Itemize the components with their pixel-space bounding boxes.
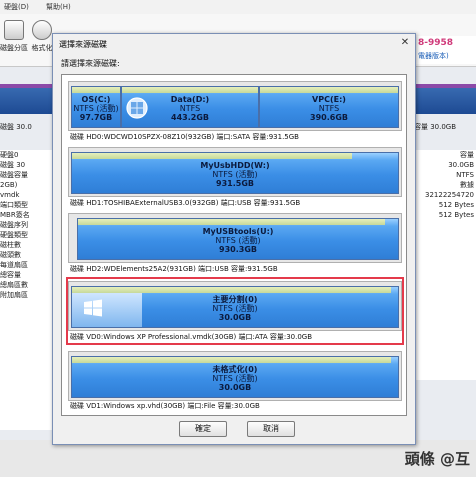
partition-myusbtools-u[interactable]: MyUSBtools(U:) NTFS (活動) 930.3GB	[77, 218, 399, 260]
disk-vd1-caption: 磁碟 VD1:Windows xp.vhd(30GB) 端口:File 容量:3…	[70, 402, 260, 410]
menu-bar: 硬盤(D) 幫助(H)	[0, 0, 476, 15]
disk-hd1[interactable]: MyUsbHDD(W:) NTFS (活動) 931.5GB	[68, 147, 402, 197]
tree-line: 磁盤序列	[0, 221, 28, 229]
cancel-button[interactable]: 取消	[247, 421, 295, 437]
property-line: 512 Bytes	[438, 211, 474, 219]
tree-line: 硬盤0	[0, 151, 19, 159]
tree-line: 總扇區數	[0, 281, 28, 289]
property-line: NTFS	[456, 171, 474, 179]
disk-icon	[4, 20, 24, 40]
menu-help[interactable]: 幫助(H)	[46, 2, 71, 12]
brand-banner: 8-9958 電器版本)	[414, 36, 476, 64]
tree-line: MBR簽名	[0, 211, 30, 219]
disk-vd1[interactable]: 未格式化(0) NTFS (活動) 30.0GB	[68, 351, 402, 401]
properties-pane: 容量 30.0GB NTFS 數據 32122254720 512 Bytes 512 By…	[414, 150, 476, 380]
tree-line: 磁頭數	[0, 251, 21, 259]
disk-hd2-caption: 磁碟 HD2:WDElements25A2(931GB) 端口:USB 容量:9…	[70, 265, 278, 273]
dialog-title: 選擇來源磁碟	[59, 40, 107, 49]
partition-data-d[interactable]: Data(D:) NTFS 443.2GB	[121, 86, 259, 128]
watermark: 頭條 @互	[404, 450, 470, 468]
disk-list[interactable]: OS(C:) NTFS (活動) 97.7GB Data(D:) NTFS 44…	[61, 74, 407, 416]
disk-tree-pane: 硬盤0 磁盤 30 磁盤容量 2GB) vmdk 端口類型 MBR簽名磁盤序列硬盤類型磁柱數…	[0, 150, 53, 430]
tree-line: 硬盤類型	[0, 231, 28, 239]
property-line: 數據	[460, 181, 474, 189]
partition-unformatted-0[interactable]: 未格式化(0) NTFS (活動) 30.0GB	[71, 356, 399, 398]
no-entry-icon	[32, 20, 52, 40]
tree-line: 磁柱數	[0, 241, 21, 249]
partition-os-c[interactable]: OS(C:) NTFS (活動) 97.7GB	[71, 86, 121, 128]
tree-line: vmdk	[0, 191, 20, 199]
disk-vd0[interactable]: 主要分割(0) NTFS (活動) 30.0GB	[68, 281, 402, 331]
disk-hd0-caption: 磁碟 HD0:WDCWD10SPZX-08Z10(932GB) 端口:SATA …	[70, 133, 299, 141]
background-disk-info: 磁盤 30.0	[0, 123, 32, 131]
disk-vd0-caption: 磁碟 VD0:Windows XP Professional.vmdk(30GB…	[70, 333, 313, 341]
disk-hd1-caption: 磁碟 HD1:TOSHIBAExternalUSB3.0(932GB) 端口:U…	[70, 199, 301, 207]
tree-line: 磁盤 30	[0, 161, 26, 169]
close-icon[interactable]: ✕	[399, 37, 411, 49]
partition-myusbhdd-w[interactable]: MyUsbHDD(W:) NTFS (活動) 931.5GB	[71, 152, 399, 194]
partition-vpc-e[interactable]: VPC(E:) NTFS 390.6GB	[259, 86, 399, 128]
toolbar-partition-button[interactable]: 磁盤分區	[0, 20, 28, 53]
disk-hd0[interactable]: OS(C:) NTFS (活動) 97.7GB Data(D:) NTFS 44…	[68, 81, 402, 131]
tree-line: 2GB)	[0, 181, 18, 189]
tree-line: 每道扇區	[0, 261, 28, 269]
disk-hd2[interactable]: MyUSBtools(U:) NTFS (活動) 930.3GB	[68, 213, 402, 263]
property-line: 512 Bytes	[438, 201, 474, 209]
partition-primary-0[interactable]: 主要分割(0) NTFS (活動) 30.0GB	[71, 286, 399, 328]
property-line: 容量	[460, 151, 474, 159]
dialog-prompt: 請選擇來源磁碟:	[61, 59, 120, 68]
menu-disk[interactable]: 硬盤(D)	[4, 2, 29, 12]
tree-line: 端口類型	[0, 201, 28, 209]
tree-line: 附加扇區	[0, 291, 28, 299]
tree-line: 總容量	[0, 271, 21, 279]
select-source-disk-dialog: 選擇來源磁碟 ✕ 請選擇來源磁碟: OS(C:) NTFS (活動) 97.7G…	[52, 33, 416, 445]
background-capacity-info: 容量 30.0GB	[414, 123, 457, 131]
ok-button[interactable]: 確定	[179, 421, 227, 437]
property-line: 32122254720	[425, 191, 474, 199]
property-line: 30.0GB	[448, 161, 474, 169]
tree-line: 磁盤容量	[0, 171, 28, 179]
